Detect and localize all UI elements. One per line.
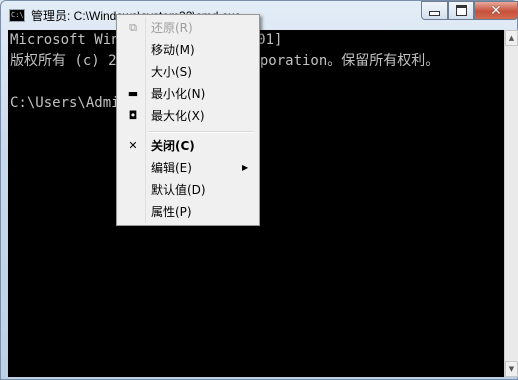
submenu-arrow-icon: ▶ — [242, 163, 249, 172]
menu-item-properties[interactable]: 属性(P) — [120, 201, 256, 223]
scroll-down-button[interactable]: ▼ — [505, 361, 518, 377]
cmd-app-icon-text: C:\ — [11, 11, 24, 19]
maximize-icon: ◘ — [128, 109, 138, 122]
cmd-app-icon[interactable]: C:\ — [9, 9, 25, 22]
menu-item-minimize[interactable]: ▬ 最小化(N) — [120, 83, 256, 105]
menu-item-label: 关闭(C) — [151, 139, 195, 153]
vertical-scrollbar[interactable]: ▲ ▼ — [504, 30, 518, 377]
minimize-icon — [429, 11, 440, 16]
close-icon: ✕ — [128, 139, 138, 152]
system-menu: ⧉ 还原(R) 移动(M) 大小(S) ▬ 最小化(N) ◘ 最大化(X) ✕ … — [116, 14, 260, 226]
minimize-icon: ▬ — [127, 87, 139, 100]
scroll-up-button[interactable]: ▲ — [505, 30, 518, 46]
maximize-button[interactable] — [448, 1, 474, 20]
menu-item-label: 移动(M) — [151, 43, 195, 57]
menu-item-close[interactable]: ✕ 关闭(C) — [120, 135, 256, 157]
close-icon: ✕ — [490, 2, 502, 19]
menu-item-label: 属性(P) — [151, 205, 192, 219]
menu-item-label: 大小(S) — [151, 65, 192, 79]
minimize-button[interactable] — [421, 1, 448, 20]
menu-separator — [148, 131, 254, 133]
menu-item-edit[interactable]: 编辑(E) ▶ — [120, 157, 256, 179]
menu-item-maximize[interactable]: ◘ 最大化(X) — [120, 105, 256, 127]
menu-item-label: 还原(R) — [151, 21, 193, 35]
menu-item-restore[interactable]: ⧉ 还原(R) — [120, 17, 256, 39]
maximize-icon — [455, 5, 467, 16]
menu-item-label: 编辑(E) — [151, 161, 192, 175]
menu-item-move[interactable]: 移动(M) — [120, 39, 256, 61]
menu-item-size[interactable]: 大小(S) — [120, 61, 256, 83]
menu-item-label: 最大化(X) — [151, 109, 205, 123]
menu-item-label: 默认值(D) — [151, 183, 206, 197]
menu-item-label: 最小化(N) — [151, 87, 206, 101]
restore-icon: ⧉ — [129, 21, 137, 34]
menu-item-defaults[interactable]: 默认值(D) — [120, 179, 256, 201]
close-button[interactable]: ✕ — [474, 1, 518, 20]
